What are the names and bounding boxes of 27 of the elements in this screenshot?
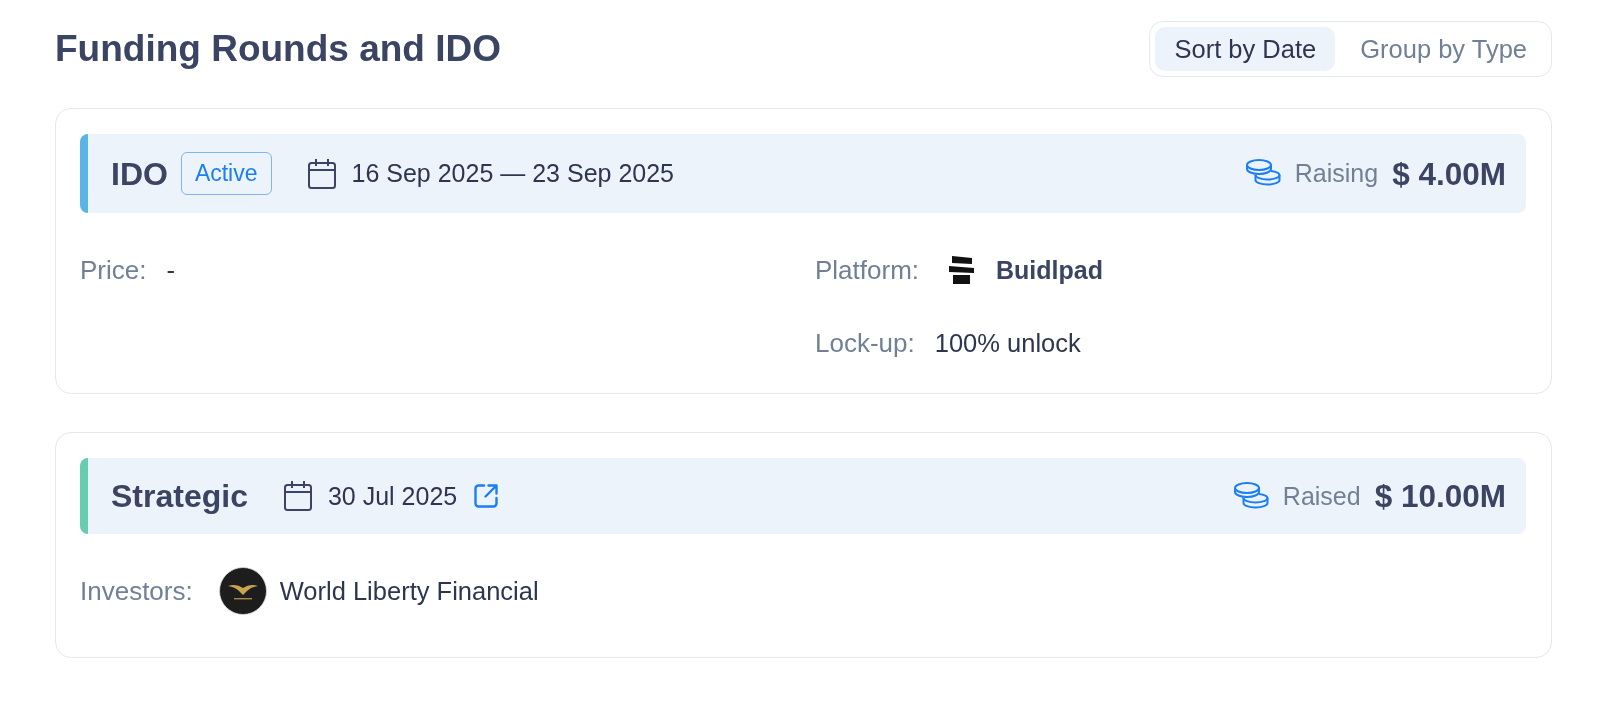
eagle-logo-icon (218, 567, 267, 615)
round-title: Strategic (111, 477, 248, 516)
view-toggle-tab[interactable]: Sort by Date (1155, 27, 1336, 71)
round-date: 16 Sep 2025 — 23 Sep 2025 (351, 159, 675, 188)
coins-icon (1245, 159, 1281, 188)
round-date: 30 Jul 2025 (327, 481, 458, 511)
page-title: Funding Rounds and IDO (55, 27, 501, 71)
field-label: Price: (80, 254, 147, 286)
external-link-icon[interactable] (473, 483, 500, 509)
field-value: 100% unlock (934, 328, 1081, 358)
amount-value: $ 4.00M (1392, 154, 1506, 194)
field-value: - (166, 255, 175, 285)
round-title: IDO (111, 154, 168, 194)
investor-name: World Liberty Financial (279, 576, 539, 606)
amount-label: Raising (1294, 159, 1379, 188)
view-toggle-tab[interactable]: Group by Type (1341, 27, 1546, 71)
platform-name: Buidlpad (996, 255, 1103, 285)
calendar-icon (283, 481, 312, 511)
coins-icon (1233, 481, 1269, 511)
amount-label: Raised (1282, 481, 1361, 511)
amount-value: $ 10.00M (1374, 477, 1506, 516)
stacked-blocks-logo-icon (948, 256, 976, 284)
status-badge: Active (180, 152, 272, 195)
field-label: Lock-up: (815, 327, 915, 359)
field-label: Platform: (815, 254, 920, 286)
calendar-icon (307, 158, 336, 189)
field-label: Investors: (80, 575, 193, 607)
